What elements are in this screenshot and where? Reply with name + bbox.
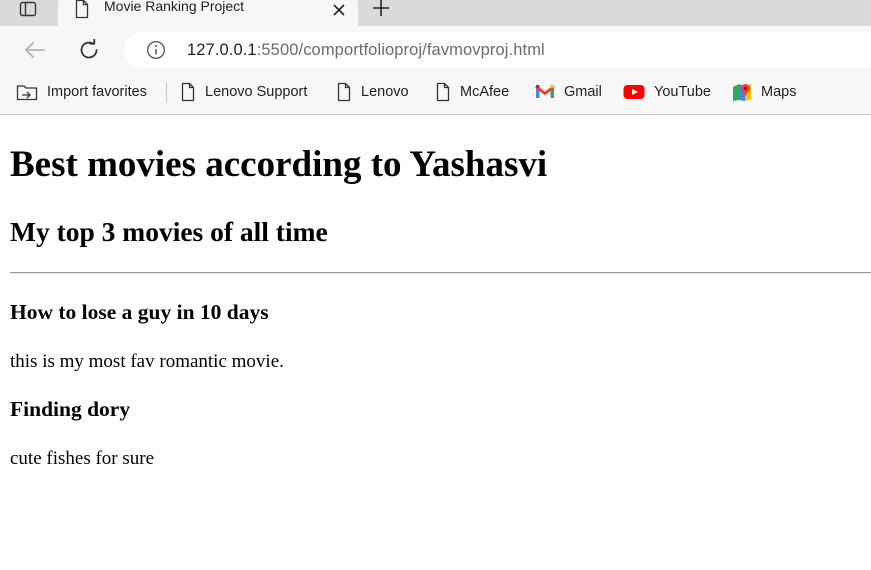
- maps-icon: [732, 82, 752, 102]
- bookmark-maps[interactable]: Maps: [732, 74, 796, 110]
- page-subtitle: My top 3 movies of all time: [10, 216, 328, 247]
- bookmark-label: Maps: [761, 84, 797, 100]
- youtube-icon: [623, 84, 645, 100]
- tab-active[interactable]: Movie Ranking Project: [58, 0, 358, 26]
- bookmark-mcafee[interactable]: McAfee: [435, 74, 509, 110]
- new-tab-icon[interactable]: [368, 0, 394, 20]
- url-host: 127.0.0.1: [187, 41, 257, 59]
- movie-title: Finding dory: [10, 397, 131, 421]
- url-text: 127.0.0.1:5500/comportfolioproj/favmovpr…: [187, 41, 545, 60]
- page-icon: [74, 0, 90, 19]
- bookmarks-bar: Import favorites Lenovo Support Lenovo M…: [0, 74, 871, 115]
- url-path: :5500/comportfolioproj/favmovproj.html: [256, 41, 545, 59]
- address-bar[interactable]: 127.0.0.1:5500/comportfolioproj/favmovpr…: [124, 32, 871, 68]
- page-icon: [435, 82, 451, 102]
- movie-title: How to lose a guy in 10 days: [10, 300, 269, 324]
- import-favorites-icon: [16, 83, 38, 101]
- tab-title: Movie Ranking Project: [104, 0, 245, 14]
- close-icon[interactable]: [330, 1, 348, 19]
- bookmark-separator: [166, 83, 167, 103]
- info-icon[interactable]: [146, 40, 166, 60]
- horizontal-rule: [10, 272, 871, 274]
- bookmark-label: McAfee: [460, 84, 510, 100]
- toolbar: 127.0.0.1:5500/comportfolioproj/favmovpr…: [0, 26, 871, 74]
- tab-strip: Movie Ranking Project: [0, 0, 871, 26]
- movie-description: this is my most fav romantic movie.: [10, 351, 284, 372]
- bookmark-label: YouTube: [654, 84, 711, 100]
- page-title: Best movies according to Yashasvi: [10, 144, 548, 185]
- movie-description: cute fishes for sure: [10, 448, 155, 469]
- page-icon: [180, 82, 196, 102]
- back-arrow-icon[interactable]: [20, 36, 50, 64]
- gmail-icon: [535, 84, 555, 100]
- bookmark-label: Gmail: [564, 84, 602, 100]
- reload-icon[interactable]: [74, 36, 104, 64]
- page-icon: [336, 82, 352, 102]
- bookmark-label: Import favorites: [47, 84, 147, 100]
- bookmark-import-favorites[interactable]: Import favorites: [16, 74, 147, 110]
- bookmark-label: Lenovo Support: [205, 84, 308, 100]
- sidebar-toggle-icon[interactable]: [14, 0, 42, 22]
- bookmark-lenovo[interactable]: Lenovo: [336, 74, 409, 110]
- bookmark-label: Lenovo: [361, 84, 409, 100]
- bookmark-gmail[interactable]: Gmail: [535, 74, 602, 110]
- bookmark-youtube[interactable]: YouTube: [623, 74, 711, 110]
- bookmark-lenovo-support[interactable]: Lenovo Support: [180, 74, 307, 110]
